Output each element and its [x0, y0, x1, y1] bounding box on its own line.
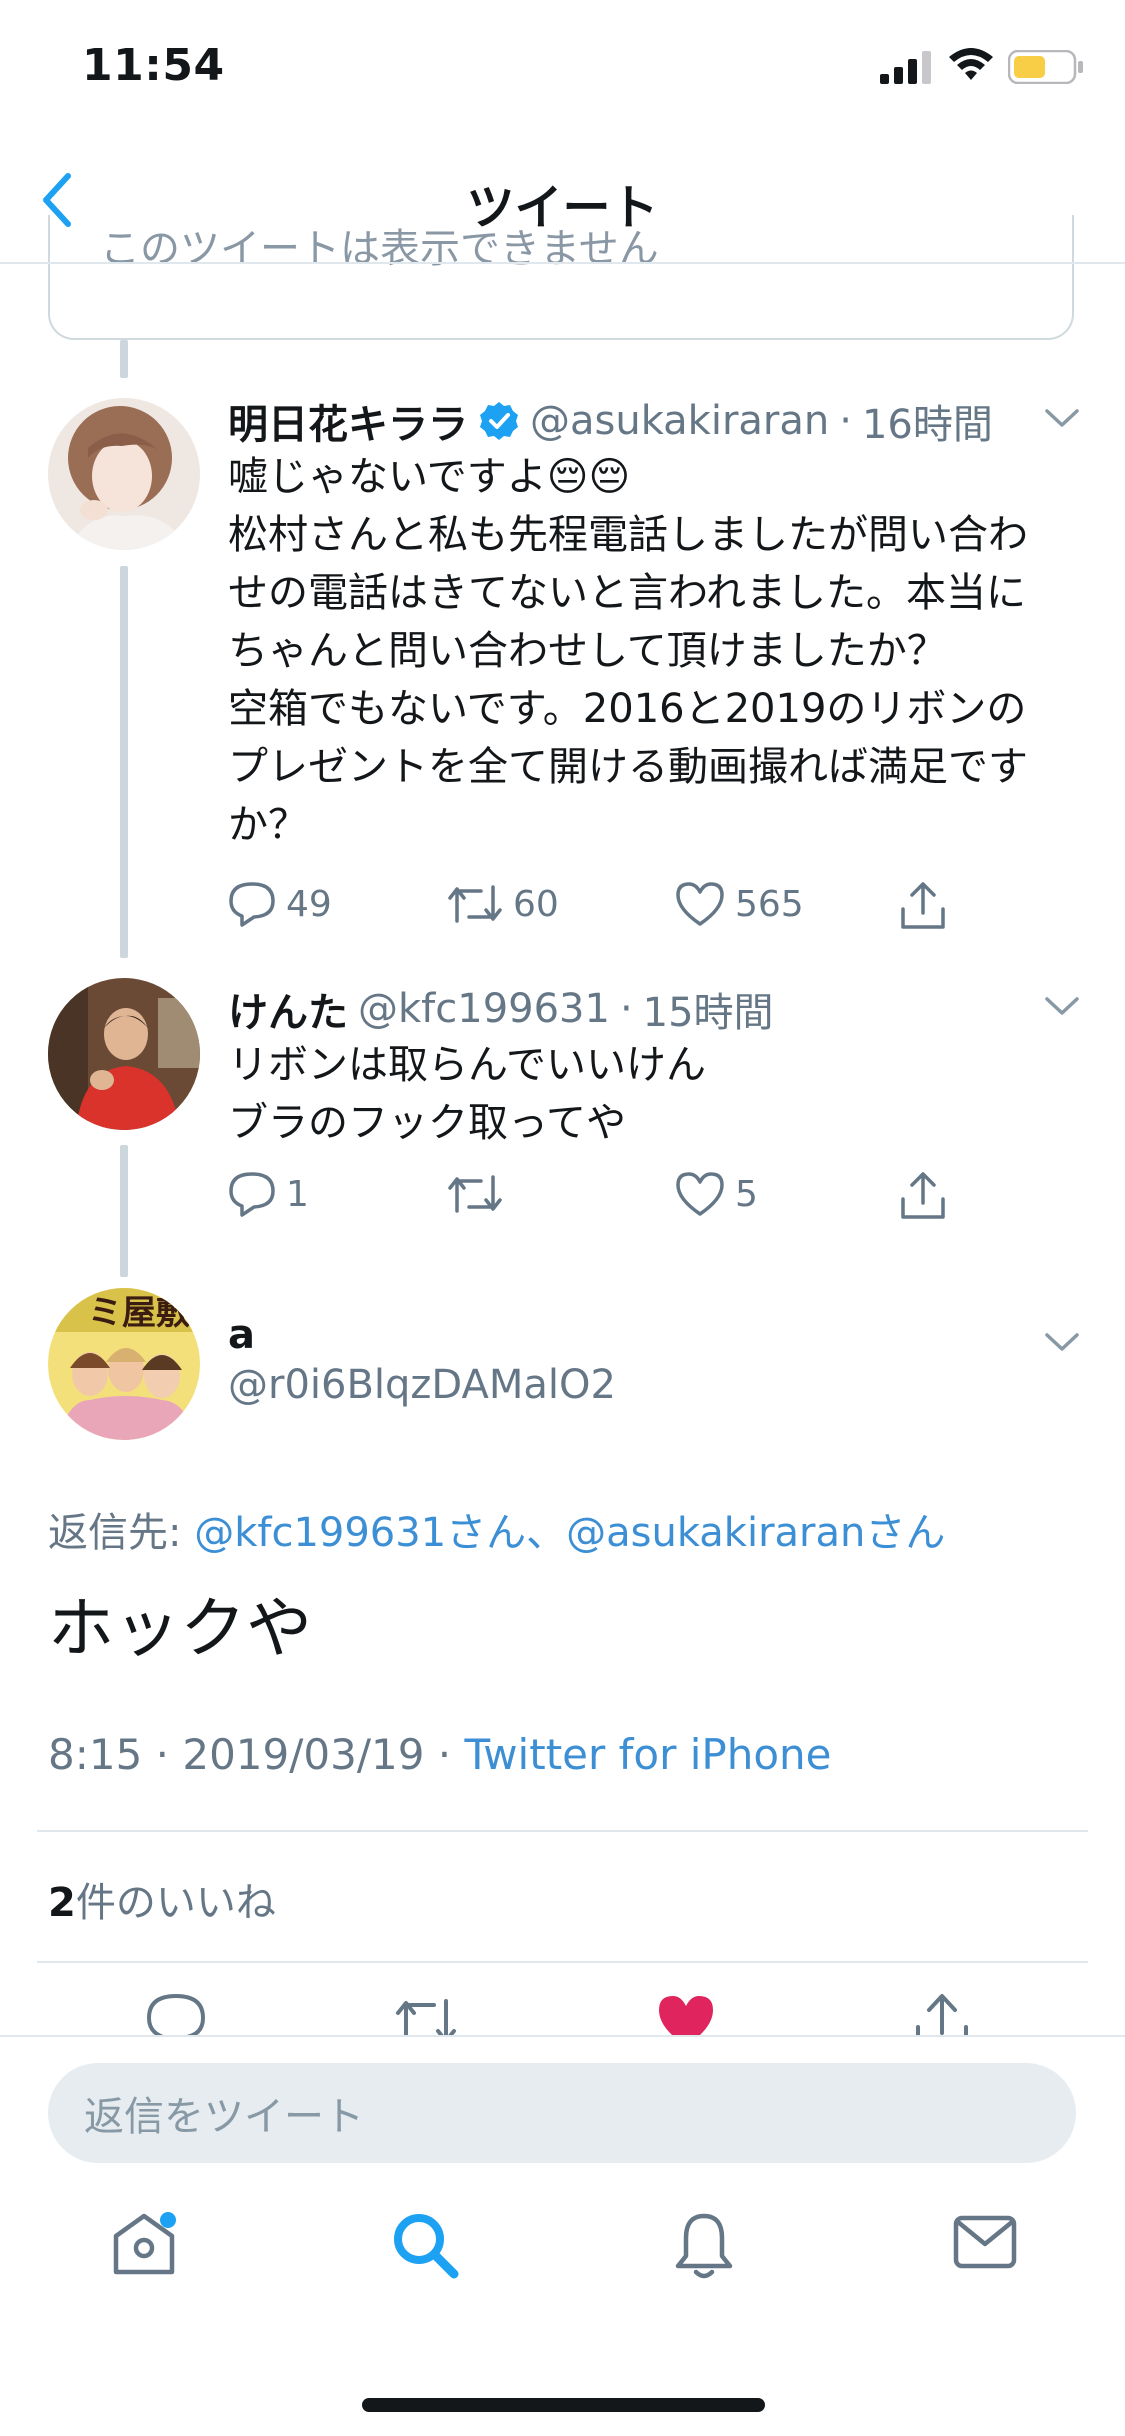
heart-icon	[676, 882, 724, 926]
tab-home[interactable]	[110, 2210, 178, 2280]
retweet-button[interactable]: 60	[447, 881, 559, 927]
tab-search[interactable]	[390, 2210, 460, 2284]
reply-input-placeholder: 返信をツイート	[84, 2094, 364, 2140]
signal-icon	[880, 50, 934, 88]
like-button[interactable]: 5	[675, 1171, 758, 1217]
status-time: 11:54	[82, 40, 225, 91]
home-icon	[113, 2212, 176, 2275]
likes-summary-label: 件のいいね	[75, 1880, 276, 1926]
reply-icon	[147, 1994, 205, 2035]
tweet-time-separator: ·	[839, 398, 852, 444]
messages-icon	[953, 2215, 1017, 2269]
svg-text:ミ屋敷: ミ屋敷	[88, 1293, 190, 1333]
wifi-icon	[948, 46, 994, 86]
notifications-icon	[675, 2213, 733, 2279]
like-count: 565	[735, 883, 804, 925]
retweet-count: 60	[513, 883, 559, 925]
tweet-line: ブラのフック取ってや	[228, 1100, 626, 1146]
tweet[interactable]: 明日花キララ @asukakiraran · 16時間 嘘じゃないですよ😔😔 松…	[0, 378, 1125, 958]
avatar[interactable]	[48, 398, 200, 550]
retweet-button[interactable]	[447, 1171, 513, 1217]
unavailable-tweet-text: このツイートは表示できません	[100, 226, 659, 272]
reply-button[interactable]: 1	[228, 1171, 309, 1217]
reply-context-label: 返信先:	[48, 1510, 195, 1556]
tweet-line: リボンは取らんでいいけん	[228, 1042, 706, 1088]
retweet-button[interactable]	[394, 1993, 458, 2035]
retweet-icon	[396, 1999, 456, 2035]
reply-icon	[229, 882, 275, 927]
main-tweet-source-link[interactable]: Twitter for iPhone	[465, 1730, 832, 1779]
share-button[interactable]	[898, 1171, 948, 1221]
heart-filled-icon	[659, 1996, 713, 2035]
tweet-options-button[interactable]	[1044, 406, 1084, 446]
tweet-line: 嘘じゃないですよ😔😔	[228, 454, 631, 500]
tweet-body: 嘘じゃないですよ😔😔 松村さんと私も先程電話しましたが問い合わ せの電話はきてな…	[228, 448, 1028, 854]
tweet-body: リボンは取らんでいいけん ブラのフック取ってや	[228, 1036, 706, 1152]
tab-notifications[interactable]	[672, 2210, 736, 2284]
share-button[interactable]	[898, 881, 948, 931]
tweet-options-button[interactable]	[1044, 994, 1084, 1034]
reply-count: 1	[286, 1173, 309, 1215]
likes-summary-count: 2	[48, 1880, 76, 1926]
reply-icon	[229, 1172, 275, 1217]
reply-context-users[interactable]: @kfc199631さん、@asukakiraranさん	[194, 1510, 945, 1556]
search-icon	[394, 2214, 459, 2279]
reply-button[interactable]: 49	[228, 881, 332, 927]
main-tweet-meta: 8:15 · 2019/03/19 · Twitter for iPhone	[48, 1730, 832, 1779]
tweet-author-handle: @kfc199631	[358, 986, 610, 1032]
thread-line	[120, 340, 128, 378]
tweet-line: 松村さんと私も先程電話しましたが問い合わ	[228, 512, 1028, 558]
chevron-down-icon	[1045, 997, 1079, 1015]
tweet[interactable]: けんた @kfc199631 · 15時間 リボンは取らんでいいけん ブラのフッ…	[0, 958, 1125, 1288]
main-tweet-author-handle: @r0i6BlqzDAMalO2	[228, 1362, 616, 1408]
tweet-line: か？	[228, 802, 308, 848]
main-tweet-options-button[interactable]	[1044, 1330, 1084, 1370]
reply-input[interactable]: 返信をツイート	[48, 2063, 1076, 2163]
retweet-icon	[448, 1175, 502, 1213]
unavailable-tweet-card: このツイートは表示できません	[48, 215, 1074, 340]
tweet-author-name: けんた	[228, 990, 348, 1036]
avatar[interactable]	[48, 978, 200, 1130]
tweet-author-name: 明日花キララ	[228, 402, 468, 448]
heart-icon	[676, 1172, 724, 1216]
like-button[interactable]: 565	[675, 881, 804, 927]
chevron-down-icon	[1045, 1333, 1079, 1351]
tweet-line: ちゃんと問い合わせして頂けましたか？	[228, 628, 947, 674]
tweet-line: プレゼントを全て開ける動画撮れば満足です	[228, 744, 1028, 790]
divider	[37, 1961, 1088, 1963]
verified-badge-icon	[478, 400, 520, 442]
main-tweet-actions	[0, 1985, 1125, 2035]
battery-icon	[1007, 49, 1084, 88]
share-icon	[901, 1172, 945, 1219]
share-icon	[901, 882, 945, 929]
main-tweet-text: ホックや	[48, 1590, 312, 1667]
like-button[interactable]	[656, 1993, 716, 2035]
main-tweet-author-name: a	[228, 1312, 255, 1358]
tweet-time: 16時間	[861, 402, 993, 448]
retweet-icon	[448, 885, 502, 923]
tweet-author-handle: @asukakiraran	[530, 398, 830, 444]
share-button[interactable]	[912, 1993, 972, 2035]
divider	[37, 1830, 1088, 1832]
tweet-line: 空箱でもないです。2016と2019のリボンの	[228, 686, 1027, 732]
main-tweet-avatar[interactable]: ミ屋敷	[48, 1288, 200, 1440]
nav-divider	[0, 262, 1125, 264]
tweet-time: 15時間	[642, 990, 774, 1036]
share-icon	[916, 1994, 968, 2035]
home-indicator[interactable]	[362, 2398, 765, 2412]
tweet-time-separator: ·	[619, 986, 633, 1032]
reply-context: 返信先: @kfc199631さん、@asukakiraranさん	[48, 1500, 945, 1558]
like-count: 5	[735, 1173, 758, 1215]
likes-summary[interactable]: 2件のいいね	[48, 1870, 276, 1928]
reply-count: 49	[286, 883, 332, 925]
chevron-down-icon	[1045, 409, 1079, 427]
main-tweet-timestamp: 8:15 · 2019/03/19 ·	[48, 1730, 465, 1779]
reply-button[interactable]	[146, 1993, 206, 2035]
tweet-line: せの電話はきてないと言われました。本当に	[228, 570, 1026, 616]
tab-messages[interactable]	[952, 2214, 1018, 2274]
